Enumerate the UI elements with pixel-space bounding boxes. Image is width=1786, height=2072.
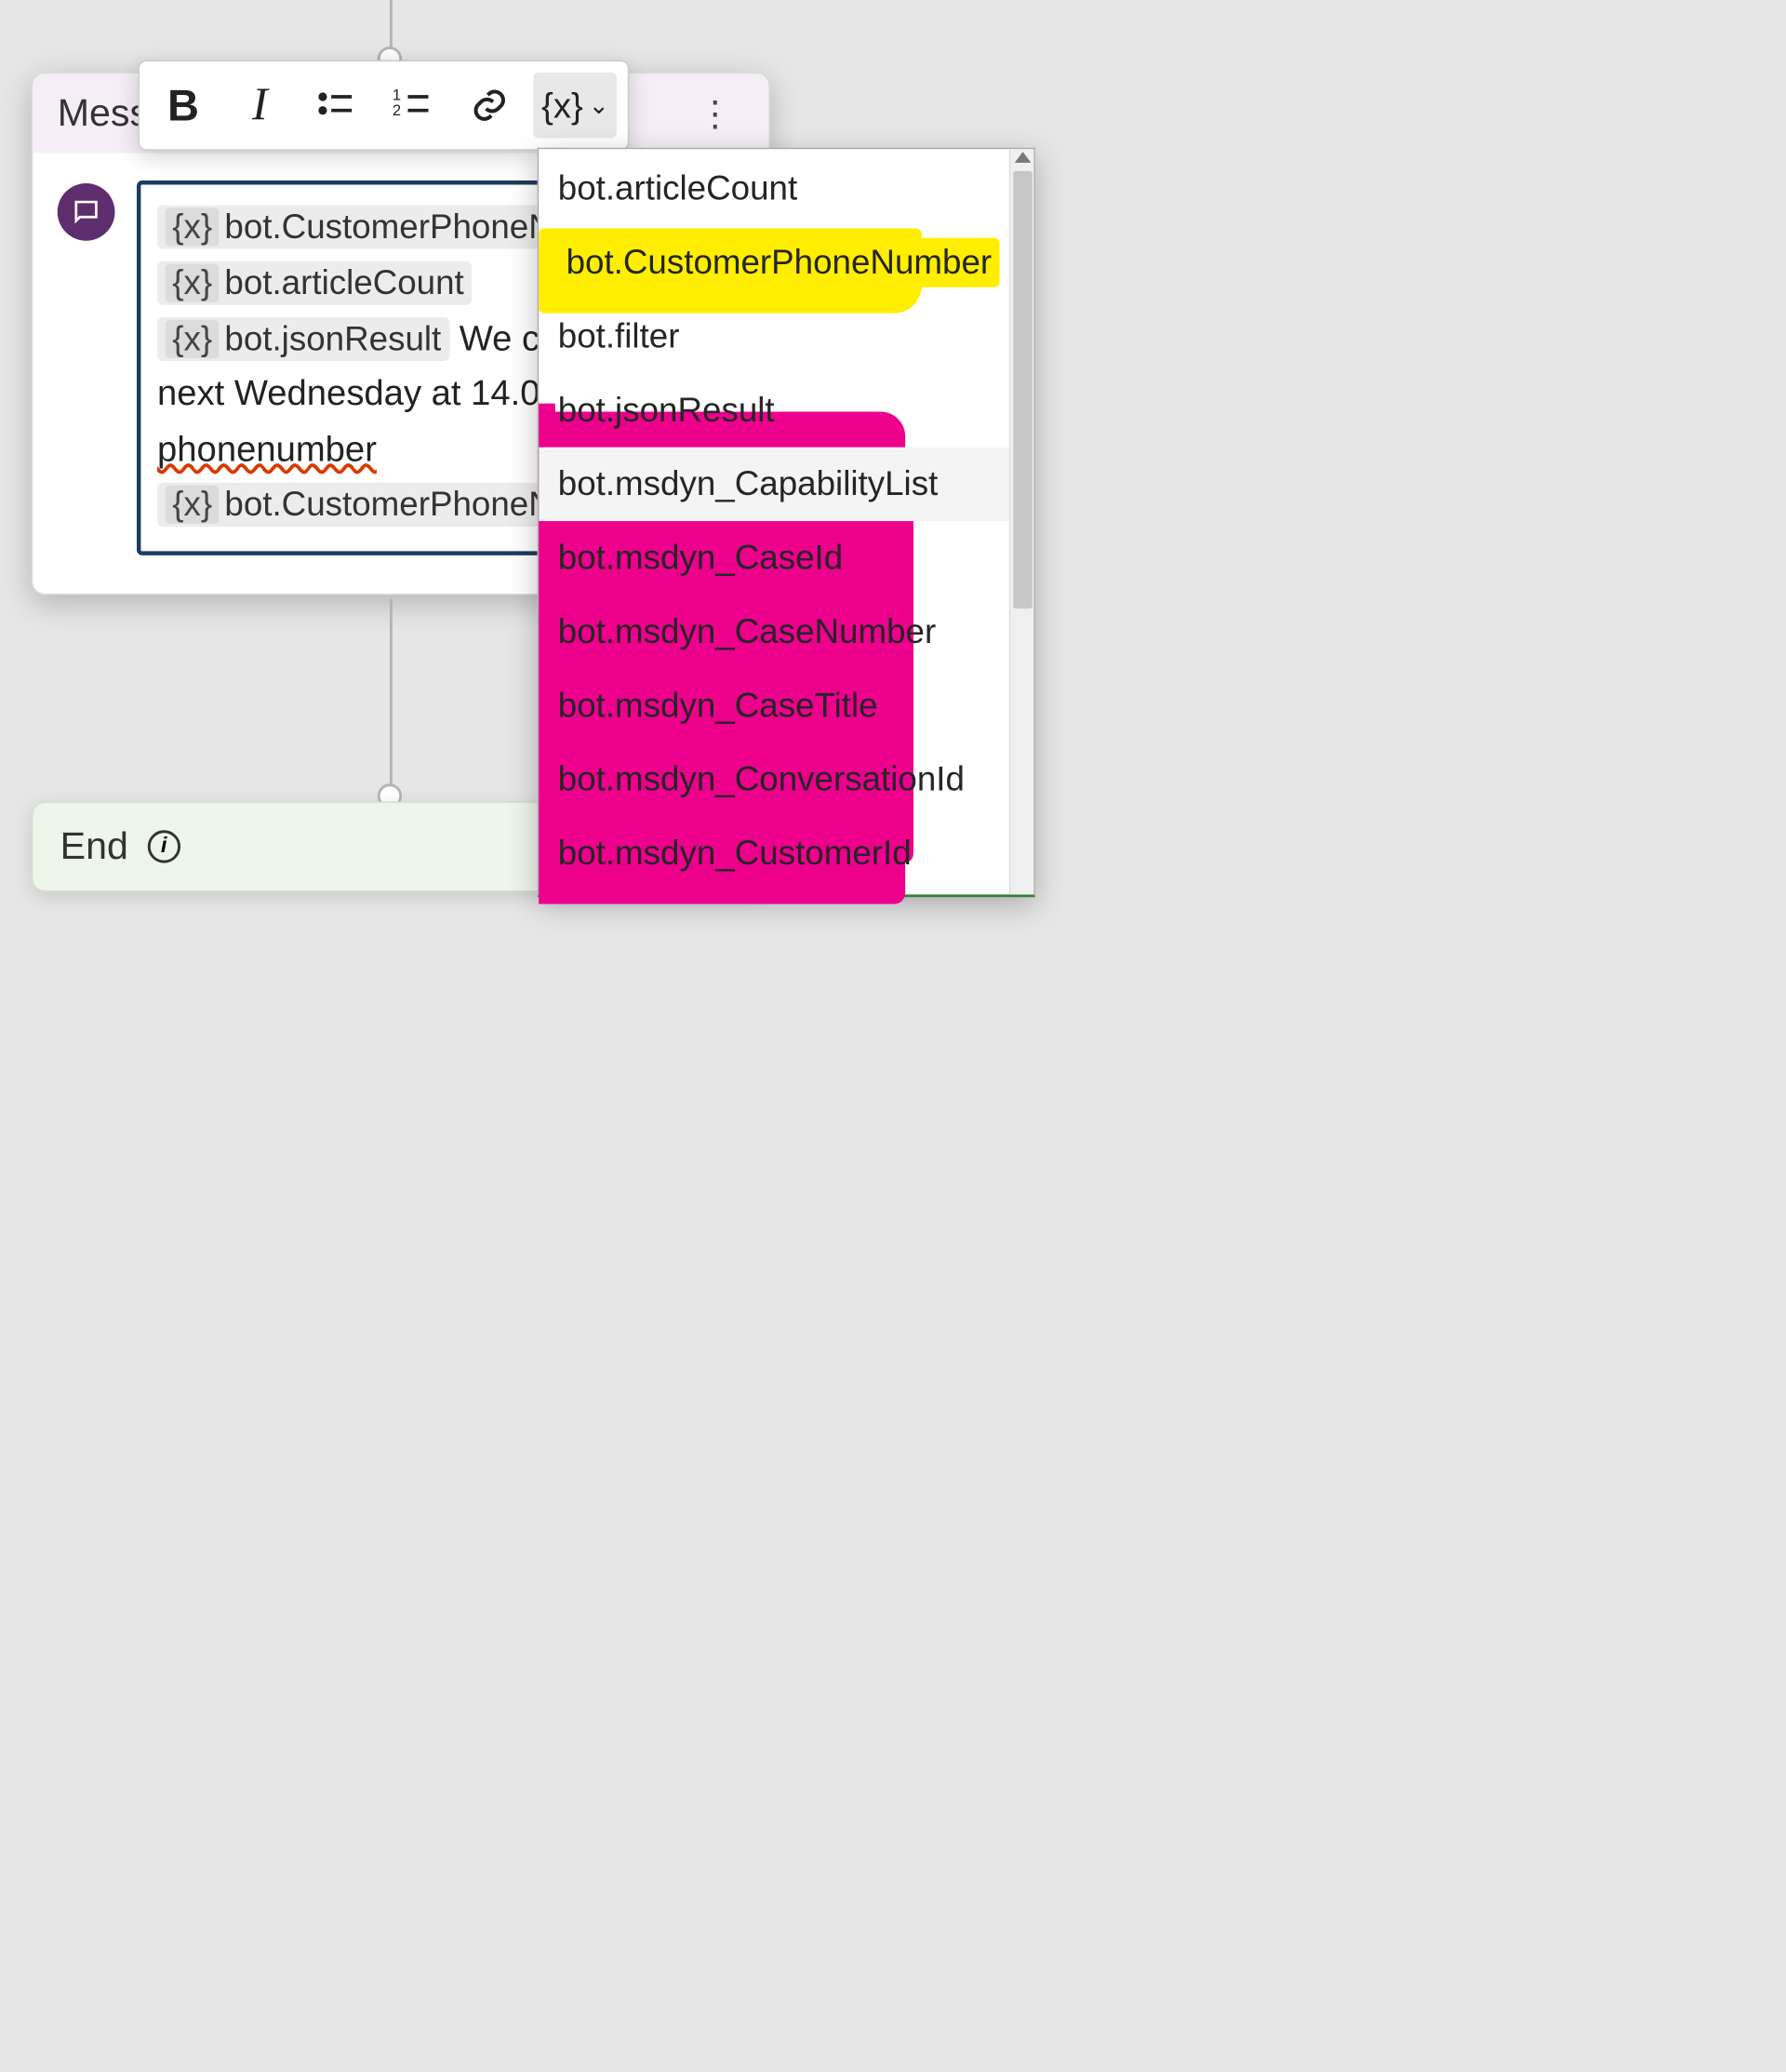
scroll-thumb[interactable] [1013, 171, 1033, 608]
variable-chip[interactable]: {x}bot.articleCount [157, 261, 473, 304]
italic-button[interactable]: I [227, 73, 293, 139]
bulleted-list-button[interactable] [303, 73, 369, 139]
variable-option[interactable]: bot.msdyn_ConversationId [539, 742, 1009, 816]
info-icon[interactable]: i [148, 830, 180, 862]
variable-dropdown-list[interactable]: bot.articleCount bot.CustomerPhoneNumber… [539, 149, 1009, 894]
formatting-toolbar: B I 12 {x}⌄ [138, 60, 629, 151]
scroll-up-arrow-icon[interactable] [1015, 152, 1032, 163]
chevron-down-icon: ⌄ [589, 91, 609, 120]
variable-option[interactable]: bot.msdyn_CaseId [539, 521, 1009, 595]
variable-option[interactable]: bot.msdyn_CaseTitle [539, 669, 1009, 742]
end-node-title: End [60, 824, 128, 868]
editor-text-misspelled: phonenumber [157, 427, 377, 468]
variable-option[interactable]: bot.CustomerPhoneNumber [539, 226, 1009, 300]
variable-option[interactable]: bot.msdyn_CapabilityList [539, 448, 1009, 521]
editor-text: next Wednesday at 14.00p [157, 372, 580, 413]
variable-option[interactable]: bot.jsonResult [539, 373, 1009, 447]
variable-chip[interactable]: {x}bot.jsonResult [157, 316, 449, 360]
variable-option[interactable]: bot.msdyn_CustomerId [539, 817, 1009, 890]
variable-option[interactable]: bot.articleCount [539, 152, 1009, 225]
bold-button[interactable]: B [151, 73, 217, 139]
numbered-list-button[interactable]: 12 [380, 73, 446, 139]
more-options-button[interactable]: ⋮ [686, 90, 744, 137]
chat-bubble-icon [58, 183, 115, 241]
variable-dropdown-panel: bot.articleCount bot.CustomerPhoneNumber… [538, 148, 1035, 898]
svg-text:2: 2 [393, 101, 401, 119]
connector-line-mid [390, 599, 393, 802]
variable-chip[interactable]: {x}bot.CustomerPhoneN [157, 206, 562, 249]
insert-variable-button[interactable]: {x}⌄ [533, 73, 617, 139]
variable-chip[interactable]: {x}bot.CustomerPhoneN [157, 483, 562, 527]
variable-option[interactable]: bot.msdyn_CaseNumber [539, 595, 1009, 668]
variable-option[interactable]: bot.msdyn_CustomerName [539, 890, 1009, 894]
dropdown-scrollbar[interactable] [1009, 149, 1033, 894]
link-button[interactable] [457, 73, 523, 139]
